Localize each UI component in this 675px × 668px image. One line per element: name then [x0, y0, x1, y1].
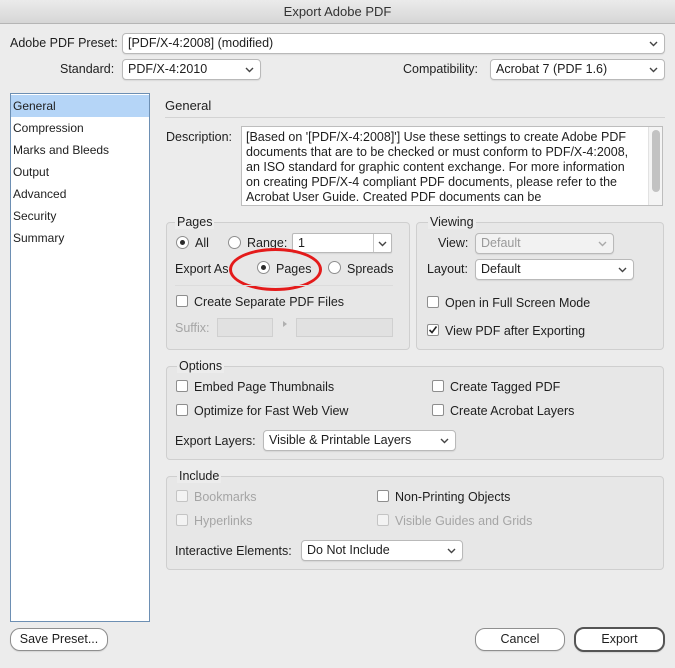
pages-divider — [175, 285, 393, 286]
hyperlinks-checkbox — [176, 514, 188, 526]
thumbnails-checkbox[interactable] — [176, 380, 188, 392]
cancel-button[interactable]: Cancel — [475, 628, 565, 651]
sidebar-item-compression[interactable]: Compression — [11, 117, 149, 139]
fullscreen-label: Open in Full Screen Mode — [445, 296, 591, 310]
chevron-down-icon — [617, 260, 627, 279]
sidebar-item-security[interactable]: Security — [11, 205, 149, 227]
nonprinting-label: Non-Printing Objects — [395, 490, 511, 504]
range-radio[interactable] — [228, 236, 241, 249]
viewing-group-title: Viewing — [428, 215, 476, 229]
preset-value: [PDF/X-4:2008] (modified) — [128, 36, 274, 50]
chevron-down-icon — [439, 431, 449, 450]
standard-select[interactable]: PDF/X-4:2010 — [122, 59, 261, 80]
description-label: Description: — [166, 130, 232, 144]
export-layers-label: Export Layers: — [175, 434, 256, 448]
sidebar-item-output[interactable]: Output — [11, 161, 149, 183]
export-button[interactable]: Export — [574, 627, 665, 652]
standard-value: PDF/X-4:2010 — [128, 62, 208, 76]
suffix-preview-field — [296, 318, 393, 337]
sidebar-item-general[interactable]: General — [11, 95, 149, 117]
compat-value: Acrobat 7 (PDF 1.6) — [496, 62, 608, 76]
range-combo[interactable]: 1 — [292, 233, 392, 253]
tagged-pdf-label: Create Tagged PDF — [450, 380, 561, 394]
export-as-label: Export As — [175, 262, 229, 276]
save-preset-button[interactable]: Save Preset... — [10, 628, 108, 651]
acrobat-layers-checkbox[interactable] — [432, 404, 444, 416]
chevron-down-icon — [244, 60, 254, 79]
pages-group-title: Pages — [175, 215, 215, 229]
category-sidebar: General Compression Marks and Bleeds Out… — [10, 93, 150, 622]
thumbnails-label: Embed Page Thumbnails — [194, 380, 335, 394]
interactive-value: Do Not Include — [307, 543, 390, 557]
bookmarks-checkbox — [176, 490, 188, 502]
fast-web-checkbox[interactable] — [176, 404, 188, 416]
view-value: Default — [481, 236, 521, 250]
section-divider — [165, 117, 665, 118]
description-text[interactable]: [Based on '[PDF/X-4:2008]'] Use these se… — [241, 126, 663, 206]
separate-files-checkbox[interactable] — [176, 295, 188, 307]
preset-label: Adobe PDF Preset: — [10, 36, 118, 50]
fullscreen-checkbox[interactable] — [427, 296, 439, 308]
compat-label: Compatibility: — [403, 62, 479, 76]
tagged-pdf-checkbox[interactable] — [432, 380, 444, 392]
view-after-checkbox[interactable] — [427, 324, 439, 336]
bookmarks-label: Bookmarks — [194, 490, 257, 504]
include-group-title: Include — [177, 469, 222, 483]
scrollbar-thumb[interactable] — [652, 130, 660, 192]
chevron-down-icon — [446, 541, 456, 560]
window-title: Export Adobe PDF — [0, 0, 675, 24]
preset-select[interactable]: [PDF/X-4:2008] (modified) — [122, 33, 665, 54]
acrobat-layers-label: Create Acrobat Layers — [450, 404, 575, 418]
chevron-down-icon — [648, 60, 658, 79]
export-as-spreads-label: Spreads — [347, 262, 394, 276]
separate-files-label: Create Separate PDF Files — [194, 295, 345, 309]
compat-select[interactable]: Acrobat 7 (PDF 1.6) — [490, 59, 665, 80]
combo-divider — [373, 234, 374, 252]
sidebar-item-advanced[interactable]: Advanced — [11, 183, 149, 205]
chevron-down-icon[interactable] — [377, 234, 387, 252]
standard-label: Standard: — [60, 62, 115, 76]
all-pages-radio[interactable] — [176, 236, 189, 249]
export-layers-select[interactable]: Visible & Printable Layers — [263, 430, 456, 451]
fast-web-label: Optimize for Fast Web View — [194, 404, 349, 418]
suffix-label: Suffix: — [175, 321, 210, 335]
guides-checkbox — [377, 514, 389, 526]
checkmark-icon — [428, 326, 438, 334]
export-layers-value: Visible & Printable Layers — [269, 433, 412, 447]
layout-select[interactable]: Default — [475, 259, 634, 280]
description-scrollbar[interactable] — [648, 127, 662, 205]
interactive-label: Interactive Elements: — [175, 544, 292, 558]
sidebar-item-marks-and-bleeds[interactable]: Marks and Bleeds — [11, 139, 149, 161]
chevron-down-icon — [597, 234, 607, 253]
hyperlinks-label: Hyperlinks — [194, 514, 253, 528]
suffix-field — [217, 318, 273, 337]
arrow-right-icon — [281, 318, 289, 330]
sidebar-item-summary[interactable]: Summary — [11, 227, 149, 249]
view-label: View: — [438, 236, 469, 250]
export-as-spreads-radio[interactable] — [328, 261, 341, 274]
description-content: [Based on '[PDF/X-4:2008]'] Use these se… — [246, 130, 629, 204]
view-select: Default — [475, 233, 614, 254]
layout-label: Layout: — [427, 262, 469, 276]
options-group-title: Options — [177, 359, 225, 373]
nonprinting-checkbox[interactable] — [377, 490, 389, 502]
chevron-down-icon — [648, 34, 658, 53]
interactive-select[interactable]: Do Not Include — [301, 540, 463, 561]
all-pages-label: All — [195, 236, 209, 250]
layout-value: Default — [481, 262, 521, 276]
section-title: General — [165, 98, 212, 113]
view-after-label: View PDF after Exporting — [445, 324, 586, 338]
range-value: 1 — [298, 236, 305, 250]
guides-label: Visible Guides and Grids — [395, 514, 533, 528]
